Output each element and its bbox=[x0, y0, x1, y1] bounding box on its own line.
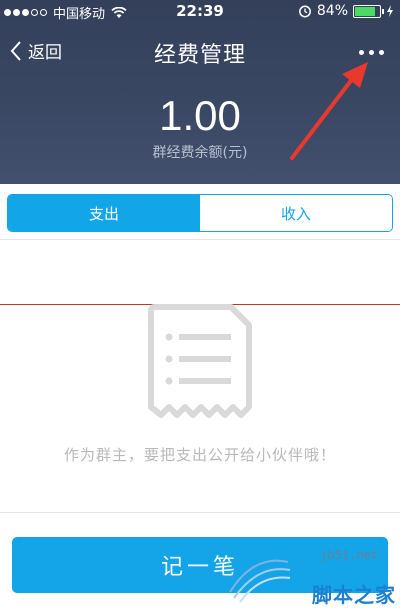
alarm-icon bbox=[298, 5, 311, 18]
battery-percent: 84% bbox=[316, 3, 348, 19]
bottom-divider bbox=[0, 512, 400, 513]
balance-amount: 1.00 bbox=[159, 92, 241, 139]
header: 中国移动 22:39 84% 返回 经费管理 1.00 群经费余额(元) bbox=[0, 0, 400, 184]
tab-bar-area: 支出 收入 bbox=[0, 184, 400, 240]
battery-icon bbox=[353, 4, 384, 18]
charging-icon bbox=[387, 5, 393, 17]
more-dots-icon[interactable] bbox=[356, 42, 386, 62]
receipt-icon bbox=[148, 304, 252, 418]
empty-state-message: 作为群主，要把支出公开给小伙伴哦！ bbox=[63, 446, 336, 464]
record-entry-button[interactable]: 记一笔 bbox=[12, 537, 388, 593]
status-bar: 中国移动 22:39 84% bbox=[0, 0, 400, 24]
page-title: 经费管理 bbox=[153, 43, 246, 68]
tab-income[interactable]: 收入 bbox=[200, 195, 392, 231]
segmented-control: 支出 收入 bbox=[7, 194, 393, 232]
navigation-bar: 返回 经费管理 bbox=[0, 24, 400, 80]
balance-label: 群经费余额(元) bbox=[152, 145, 248, 161]
tab-expense[interactable]: 支出 bbox=[8, 195, 200, 231]
status-right: 84% bbox=[298, 3, 394, 19]
